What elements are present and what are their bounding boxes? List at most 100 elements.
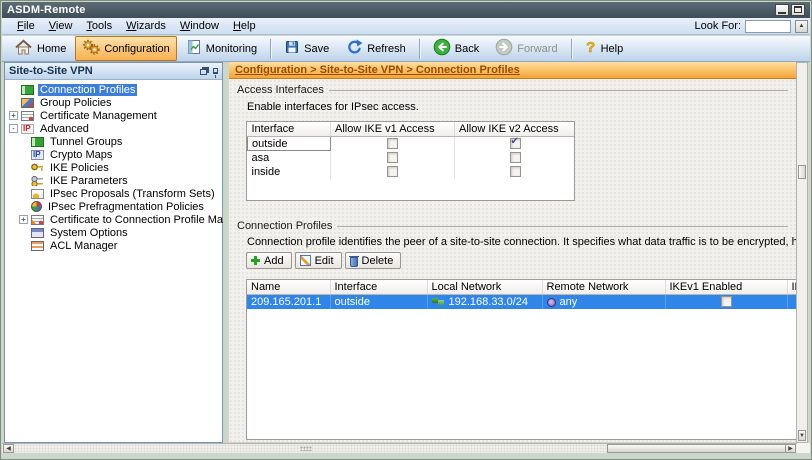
profile-remote-network: any <box>542 295 665 309</box>
scroll-down-arrow-icon[interactable]: ▼ <box>798 430 806 441</box>
profile-row-selected[interactable]: 209.165.201.1 outside 192.168.33.0/24 an… <box>247 295 797 309</box>
access-interfaces-description: Enable interfaces for IPsec access. <box>247 101 419 113</box>
column-interface[interactable]: Interface <box>330 280 427 295</box>
delete-button[interactable]: Delete <box>345 252 402 269</box>
sidebar-item-group-policies[interactable]: Group Policies <box>5 96 222 109</box>
refresh-button[interactable]: Refresh <box>338 36 413 61</box>
home-button[interactable]: Home <box>7 36 73 61</box>
access-interfaces-title: Access Interfaces <box>237 84 324 96</box>
add-button[interactable]: Add <box>246 252 292 269</box>
undock-panel-icon[interactable] <box>200 69 207 75</box>
sidebar-item-ike-parameters[interactable]: IKE Parameters <box>5 174 222 187</box>
menu-file[interactable]: File <box>10 19 42 33</box>
column-local-network[interactable]: Local Network <box>427 280 542 295</box>
content-panel: Configuration > Site-to-Site VPN > Conne… <box>229 62 798 442</box>
interface-cell[interactable]: inside <box>248 165 331 179</box>
menu-wizards[interactable]: Wizards <box>119 19 173 33</box>
save-icon <box>284 39 300 58</box>
maximize-button[interactable] <box>791 4 805 16</box>
menu-view[interactable]: View <box>42 19 80 33</box>
sidebar-item-ike-policies[interactable]: IKE Policies <box>5 161 222 174</box>
ike-v2-checkbox[interactable] <box>510 138 521 149</box>
menu-tools[interactable]: Tools <box>79 19 119 33</box>
configuration-button[interactable]: Configuration <box>75 36 176 61</box>
table-row[interactable]: asa <box>248 151 576 165</box>
scroll-left-arrow-icon[interactable]: ◀ <box>3 444 14 453</box>
forward-icon <box>495 38 513 59</box>
content-body: Access Interfaces Enable interfaces for … <box>229 79 798 442</box>
home-icon <box>14 39 33 58</box>
help-button[interactable]: ? Help <box>578 36 631 61</box>
table-header-row: Interface Allow IKE v1 Access Allow IKE … <box>248 122 576 137</box>
ikev1-enabled-checkbox[interactable] <box>721 296 732 307</box>
sidebar-item-certificate-management[interactable]: + Certificate Management <box>5 109 222 122</box>
breadcrumb[interactable]: Configuration > Site-to-Site VPN > Conne… <box>235 64 520 76</box>
ike-v1-checkbox[interactable] <box>387 138 398 149</box>
ike-v1-checkbox[interactable] <box>387 152 398 163</box>
ike-v2-checkbox[interactable] <box>510 152 521 163</box>
menu-help[interactable]: Help <box>226 19 263 33</box>
menu-window[interactable]: Window <box>173 19 226 33</box>
any-globe-icon <box>547 298 556 307</box>
ike-v2-checkbox[interactable] <box>510 166 521 177</box>
sidebar-item-ipsec-proposals[interactable]: IPsec Proposals (Transform Sets) <box>5 187 222 200</box>
connection-profiles-title: Connection Profiles <box>237 220 332 232</box>
table-row[interactable]: outside <box>248 137 576 151</box>
sidebar-item-advanced[interactable]: - Advanced <box>5 122 222 135</box>
group-divider <box>337 226 788 227</box>
look-for-label: Look For: <box>695 20 741 32</box>
profile-interface: outside <box>330 295 427 309</box>
column-allow-ike-v1[interactable]: Allow IKE v1 Access <box>331 122 455 137</box>
save-button[interactable]: Save <box>277 36 336 61</box>
sidebar-item-system-options[interactable]: System Options <box>5 226 222 239</box>
monitoring-button[interactable]: Monitoring <box>179 36 264 61</box>
sidebar-item-crypto-maps[interactable]: Crypto Maps <box>5 148 222 161</box>
scrollbar-grip <box>300 446 312 451</box>
look-for-area: Look For: ▲ <box>695 20 810 33</box>
profile-name: 209.165.201.1 <box>247 295 330 309</box>
scroll-up-arrow-icon[interactable]: ▲ <box>795 20 808 33</box>
sidebar-item-tunnel-groups[interactable]: Tunnel Groups <box>5 135 222 148</box>
table-header-row: Name Interface Local Network Remote Netw… <box>247 280 797 295</box>
tunnel-groups-icon <box>31 137 44 147</box>
connection-profiles-table: Name Interface Local Network Remote Netw… <box>246 279 797 440</box>
connection-profiles-description: Connection profile identifies the peer o… <box>247 236 796 248</box>
edit-button[interactable]: Edit <box>295 252 342 269</box>
minimize-button[interactable] <box>775 4 789 16</box>
interface-cell[interactable]: asa <box>248 151 331 165</box>
vertical-scrollbar-thumb[interactable] <box>798 165 806 179</box>
look-for-input[interactable] <box>745 20 791 33</box>
ipsec-prefragmentation-icon <box>31 201 42 212</box>
ike-v1-checkbox[interactable] <box>387 166 398 177</box>
sidebar-panel: Site-to-Site VPN Connection Profiles Gro… <box>4 62 223 443</box>
back-button[interactable]: Back <box>426 35 486 62</box>
refresh-icon <box>345 39 363 58</box>
scroll-right-arrow-icon[interactable]: ▶ <box>785 444 796 453</box>
sidebar-item-acl-manager[interactable]: ACL Manager <box>5 239 222 252</box>
window-frame-bottom <box>2 453 810 458</box>
interface-cell[interactable]: outside <box>248 137 331 151</box>
sidebar-item-ipsec-prefragmentation[interactable]: IPsec Prefragmentation Policies <box>5 200 222 213</box>
column-ikev1-enabled[interactable]: IKEv1 Enabled <box>665 280 787 295</box>
forward-button[interactable]: Forward <box>488 35 564 62</box>
vertical-scrollbar[interactable]: ▼ <box>796 62 808 443</box>
access-interfaces-table: Interface Allow IKE v1 Access Allow IKE … <box>246 121 575 201</box>
window-buttons <box>775 4 805 16</box>
ike-parameters-icon <box>31 176 44 186</box>
horizontal-scrollbar-thumb[interactable] <box>607 444 787 453</box>
breadcrumb-bar: Configuration > Site-to-Site VPN > Conne… <box>229 62 798 79</box>
sidebar-item-certificate-to-profile-maps[interactable]: + Certificate to Connection Profile Maps <box>5 213 222 226</box>
column-name[interactable]: Name <box>247 280 330 295</box>
column-allow-ike-v2[interactable]: Allow IKE v2 Access <box>455 122 576 137</box>
pin-panel-icon[interactable] <box>213 68 218 74</box>
edit-icon <box>300 255 311 266</box>
certificate-to-profile-maps-icon <box>31 215 44 225</box>
sidebar-item-connection-profiles[interactable]: Connection Profiles <box>5 83 222 96</box>
connection-profiles-icon <box>21 85 34 95</box>
table-row[interactable]: inside <box>248 165 576 179</box>
profile-local-network: 192.168.33.0/24 <box>427 295 542 309</box>
column-remote-network[interactable]: Remote Network <box>542 280 665 295</box>
column-interface[interactable]: Interface <box>248 122 331 137</box>
asdm-window: ASDM-Remote File View Tools Wizards Wind… <box>0 0 812 460</box>
toolbar-separator <box>419 39 420 59</box>
